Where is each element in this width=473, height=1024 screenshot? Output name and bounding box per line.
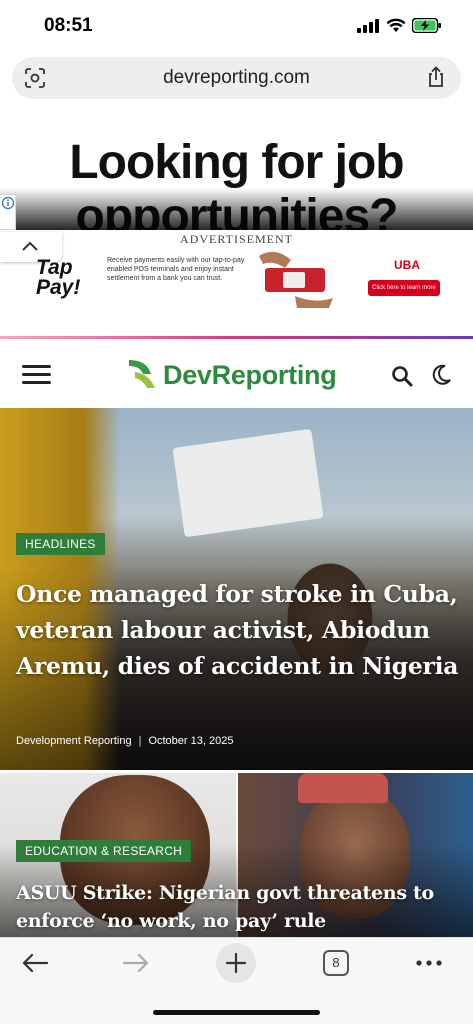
site-brand[interactable]: DevReporting — [163, 360, 337, 391]
battery-charging-icon — [412, 18, 441, 33]
article-meta: Development Reporting | October 13, 2025 — [16, 735, 233, 747]
forward-arrow-icon[interactable] — [122, 952, 150, 974]
back-arrow-icon[interactable] — [21, 952, 49, 974]
adchoices-icon[interactable] — [0, 194, 16, 230]
article-title[interactable]: Once managed for stroke in Cuba, veteran… — [16, 576, 466, 684]
pos-terminal-hand-icon — [259, 251, 333, 308]
url-text[interactable]: devreporting.com — [12, 67, 461, 89]
ad-fade — [0, 188, 473, 230]
site-header: DevReporting — [0, 340, 473, 408]
address-bar[interactable]: devreporting.com — [12, 57, 461, 99]
ad-copy: Receive payments easily with our tap-to-… — [107, 257, 245, 282]
share-icon[interactable] — [426, 66, 446, 88]
article-author[interactable]: Development Reporting — [16, 735, 132, 747]
tabs-button[interactable]: 8 — [323, 950, 349, 976]
plus-icon — [225, 952, 247, 974]
ad-cta-button[interactable]: Click here to learn more — [368, 280, 440, 296]
signal-icon — [357, 19, 379, 33]
second-article-card[interactable]: EDUCATION & RESEARCH ASUU Strike: Nigeri… — [0, 773, 473, 937]
status-bar: 08:51 — [0, 0, 473, 52]
dark-mode-moon-icon[interactable] — [430, 364, 452, 386]
search-icon[interactable] — [391, 365, 413, 387]
devreporting-logo-icon[interactable] — [127, 356, 159, 392]
banner-advertisement[interactable]: ADVERTISEMENT Tap Pay! Receive payments … — [0, 232, 473, 334]
category-tag[interactable]: HEADLINES — [16, 533, 105, 555]
more-options-icon[interactable] — [414, 958, 444, 968]
status-time: 08:51 — [44, 15, 93, 36]
home-indicator[interactable] — [153, 1010, 320, 1015]
meta-separator: | — [138, 735, 142, 747]
section-divider — [0, 336, 473, 339]
hero-article-card[interactable]: HEADLINES Once managed for stroke in Cub… — [0, 408, 473, 770]
wifi-icon — [386, 18, 406, 32]
new-tab-button[interactable] — [216, 943, 256, 983]
article-date: October 13, 2025 — [148, 735, 234, 747]
advertisement-label: ADVERTISEMENT — [180, 232, 293, 246]
hamburger-menu-icon[interactable] — [22, 364, 52, 386]
category-tag[interactable]: EDUCATION & RESEARCH — [16, 840, 192, 862]
top-advertisement[interactable]: Looking for job opportunities? — [0, 112, 473, 230]
tap-pay-logo: Tap Pay! — [36, 256, 81, 299]
uba-logo: UBA — [394, 258, 420, 272]
article-title[interactable]: ASUU Strike: Nigerian govt threatens to … — [16, 879, 466, 935]
chevron-up-icon — [22, 241, 38, 251]
